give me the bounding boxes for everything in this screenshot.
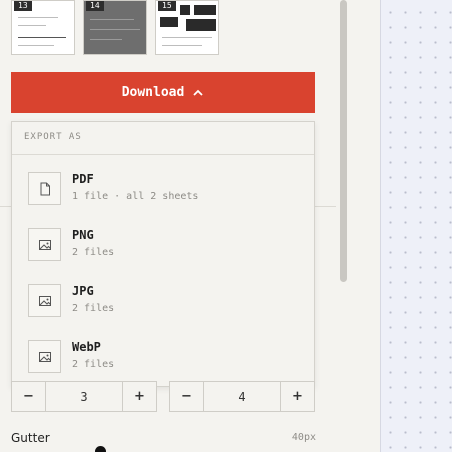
export-option-title: WebP xyxy=(72,340,101,354)
export-option-subtitle: 1 file · all 2 sheets xyxy=(72,191,199,202)
sheet-thumbnail[interactable]: 15 xyxy=(155,0,219,55)
export-option-subtitle: 2 files xyxy=(72,247,115,258)
chevron-up-icon xyxy=(193,89,203,96)
export-option-subtitle: 2 files xyxy=(72,303,115,314)
gutter-slider-handle[interactable] xyxy=(95,446,106,452)
menu-divider xyxy=(12,154,314,155)
decrement-button[interactable]: − xyxy=(12,382,45,411)
rows-stepper: − 4 + xyxy=(169,381,315,412)
download-button[interactable]: Download xyxy=(11,72,315,113)
dotted-canvas[interactable] xyxy=(380,0,452,452)
export-menu: EXPORT AS PDF 1 file · all 2 sheets PNG … xyxy=(11,121,315,387)
sheet-thumbnail[interactable]: 13 xyxy=(11,0,75,55)
sheet-thumbnail[interactable]: 14 xyxy=(83,0,147,55)
gutter-value: 40px xyxy=(291,432,316,443)
scrollbar-thumb[interactable] xyxy=(340,0,347,282)
export-panel: 13 14 15 Download EXPORT AS PDF 1 file ·… xyxy=(0,0,336,452)
columns-stepper: − 3 + xyxy=(11,381,157,412)
export-option-title: PDF xyxy=(72,172,94,186)
gutter-label: Gutter xyxy=(11,431,50,445)
export-option-title: JPG xyxy=(72,284,94,298)
export-option-pdf[interactable]: PDF 1 file · all 2 sheets xyxy=(12,162,314,218)
file-icon xyxy=(28,172,61,205)
image-icon xyxy=(28,228,61,261)
sheet-number-badge: 13 xyxy=(14,1,32,11)
export-option-png[interactable]: PNG 2 files xyxy=(12,218,314,274)
increment-button[interactable]: + xyxy=(123,382,156,411)
export-menu-heading: EXPORT AS xyxy=(24,132,82,142)
stepper-value[interactable]: 4 xyxy=(203,382,281,411)
decrement-button[interactable]: − xyxy=(170,382,203,411)
download-label: Download xyxy=(121,85,185,100)
image-icon xyxy=(28,284,61,317)
sheet-number-badge: 15 xyxy=(158,1,176,11)
export-option-title: PNG xyxy=(72,228,94,242)
export-option-jpg[interactable]: JPG 2 files xyxy=(12,274,314,330)
sheet-number-badge: 14 xyxy=(86,1,104,11)
image-icon xyxy=(28,340,61,373)
export-option-subtitle: 2 files xyxy=(72,359,115,370)
increment-button[interactable]: + xyxy=(281,382,314,411)
export-option-webp[interactable]: WebP 2 files xyxy=(12,330,314,386)
stepper-value[interactable]: 3 xyxy=(45,382,123,411)
